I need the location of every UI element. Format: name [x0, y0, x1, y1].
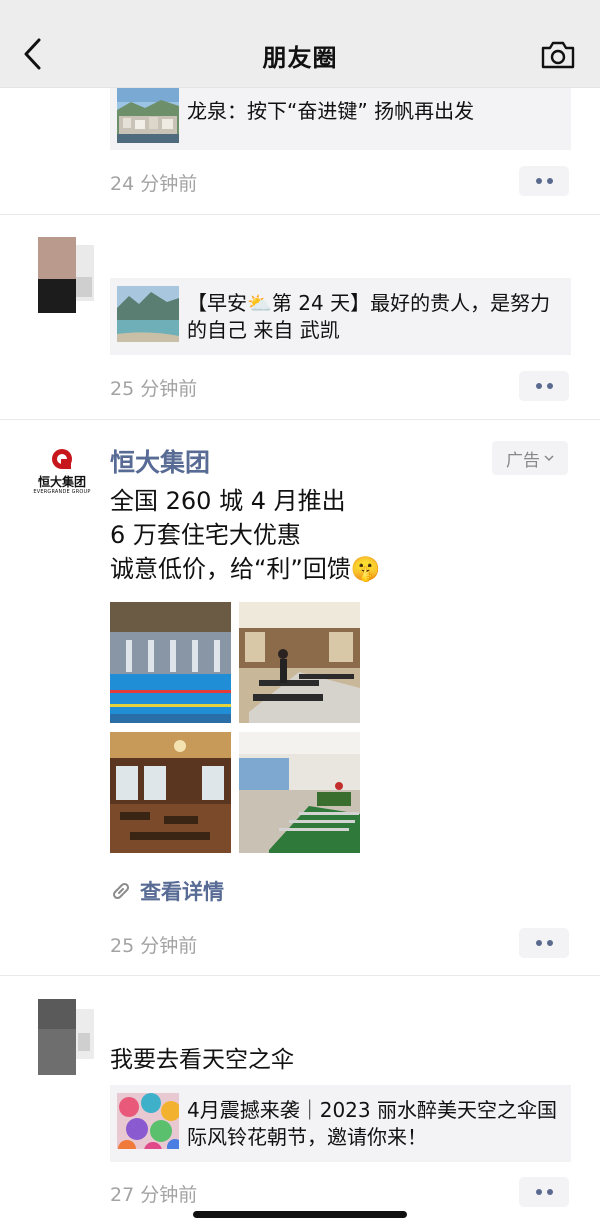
home-indicator[interactable]	[193, 1211, 407, 1218]
more-actions-button[interactable]	[519, 166, 569, 196]
ad-image-pool[interactable]	[110, 602, 231, 723]
link-card[interactable]: 龙泉：按下“奋进键” 扬帆再出发	[110, 88, 571, 150]
advertiser-name[interactable]: 恒大集团	[110, 443, 210, 479]
post-text-line: 6 万套住宅大优惠	[110, 521, 301, 549]
ad-image-gym[interactable]	[239, 602, 360, 723]
divider	[0, 214, 600, 215]
dot-icon	[535, 940, 542, 946]
page-title: 朋友圈	[262, 44, 338, 72]
more-actions-button[interactable]	[519, 1177, 569, 1207]
moments-screen: 朋友圈 龙泉：按下“奋进键” 扬帆再出发 24 分钟前 【早安⛅第 24 天】最…	[0, 0, 600, 1230]
post-text-line: 诚意低价，给“利”回馈🤫	[110, 555, 381, 583]
link-thumbnail	[117, 88, 179, 143]
post-time: 24 分钟前	[110, 173, 198, 195]
more-actions-button[interactable]	[519, 371, 569, 401]
dot-icon	[546, 1189, 553, 1195]
top-nav-bar: 朋友圈	[0, 0, 600, 88]
link-card[interactable]: 4月震撼来袭｜2023 丽水醉美天空之伞国际风铃花朝节，邀请你来！	[110, 1085, 571, 1162]
post-text-line: 全国 260 城 4 月推出	[110, 487, 346, 515]
dot-icon	[546, 178, 553, 184]
post-time: 27 分钟前	[110, 1184, 198, 1206]
ad-badge-label: 广告	[506, 450, 540, 471]
link-title: 4月震撼来袭｜2023 丽水醉美天空之伞国际风铃花朝节，邀请你来！	[187, 1098, 557, 1149]
dot-icon	[535, 383, 542, 389]
dot-icon	[535, 178, 542, 184]
more-actions-button[interactable]	[519, 928, 569, 958]
avatar[interactable]	[38, 999, 94, 1075]
brand-logo-subtext: EVERGRANDE GROUP	[33, 489, 91, 495]
view-details-label: 查看详情	[140, 880, 224, 904]
post-time: 25 分钟前	[110, 378, 198, 400]
post-text: 我要去看天空之伞	[110, 1047, 294, 1073]
link-card[interactable]: 【早安⛅第 24 天】最好的贵人，是努力的自己 来自 武凯	[110, 278, 571, 355]
divider	[0, 419, 600, 420]
avatar[interactable]	[38, 237, 94, 313]
ad-image-dining[interactable]	[110, 732, 231, 853]
ad-image-game-room[interactable]	[239, 732, 360, 853]
chevron-down-icon	[544, 454, 554, 461]
link-thumbnail	[117, 286, 179, 342]
brand-logo[interactable]: 恒大集团 EVERGRANDE GROUP	[28, 446, 96, 500]
view-details-link[interactable]: 查看详情	[110, 876, 224, 906]
brand-logo-text: 恒大集团	[37, 475, 86, 489]
dot-icon	[535, 1189, 542, 1195]
ad-badge[interactable]: 广告	[492, 441, 568, 475]
link-thumbnail	[117, 1093, 179, 1149]
dot-icon	[546, 383, 553, 389]
link-title: 龙泉：按下“奋进键” 扬帆再出发	[187, 99, 475, 123]
camera-icon[interactable]	[540, 40, 576, 70]
post-text: 全国 260 城 4 月推出 6 万套住宅大优惠 诚意低价，给“利”回馈🤫	[110, 484, 560, 586]
dot-icon	[546, 940, 553, 946]
link-icon	[112, 882, 130, 900]
link-title: 【早安⛅第 24 天】最好的贵人，是努力的自己 来自 武凯	[187, 291, 551, 342]
post-time: 25 分钟前	[110, 935, 198, 957]
divider	[0, 975, 600, 976]
